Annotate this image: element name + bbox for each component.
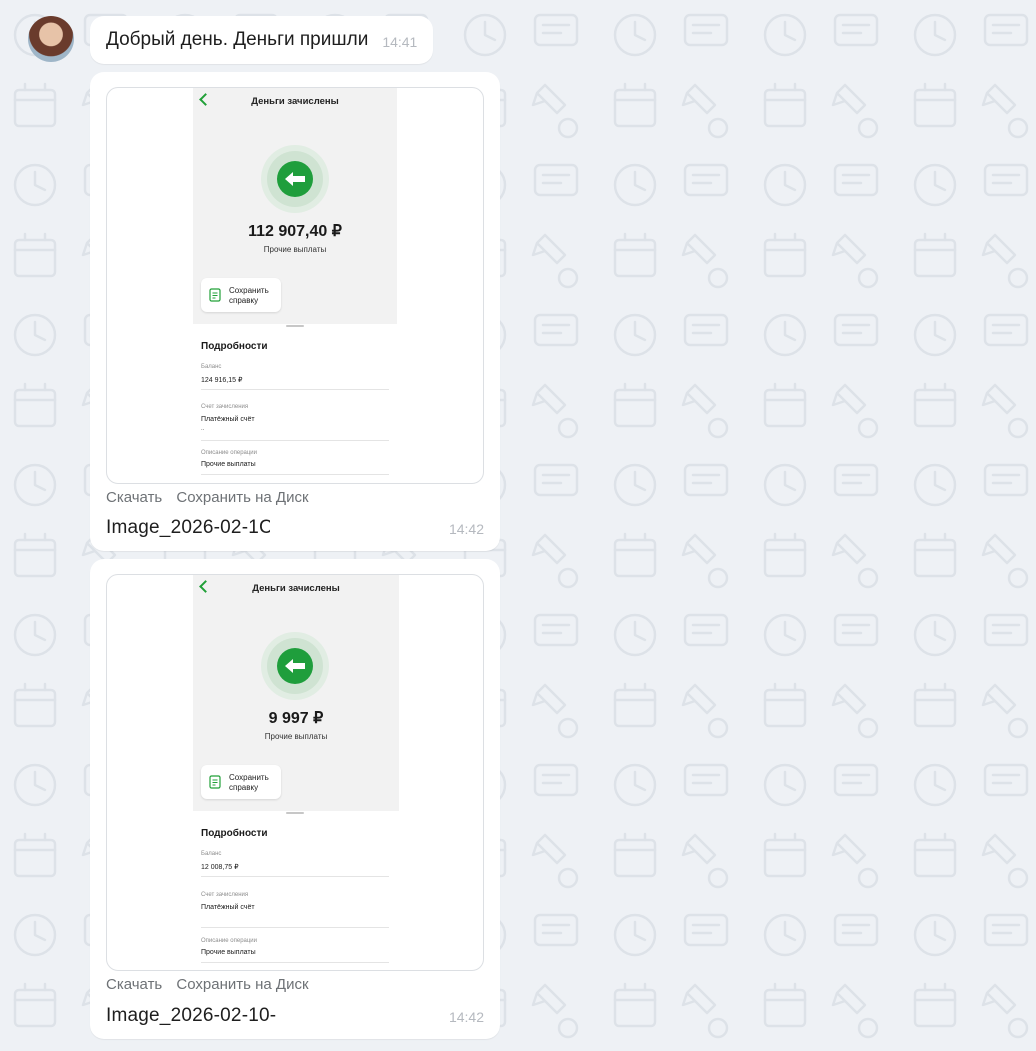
attachment-time: 14:42 bbox=[448, 521, 484, 537]
description-label: Описание операции bbox=[201, 938, 258, 944]
balance-label: Баланс bbox=[201, 364, 222, 370]
attachment-actions: Скачать Сохранить на Диск bbox=[106, 976, 319, 993]
image-preview[interactable]: Деньги зачислены 112 907,40 ₽ Прочие вып… bbox=[106, 87, 484, 484]
save-label-line1: Сохранить bbox=[229, 286, 269, 295]
message-bubble: Добрый день. Деньги пришли 14:41 bbox=[90, 16, 434, 64]
receipt-title: Деньги зачислены bbox=[252, 583, 340, 594]
receipt-screenshot: Деньги зачислены 9 997 ₽ Прочие выплаты … bbox=[193, 575, 399, 970]
account-dots: .. bbox=[201, 426, 205, 432]
receipt-amount-caption: Прочие выплаты bbox=[264, 732, 328, 741]
account-label: Счет зачисления bbox=[201, 404, 249, 410]
balance-value: 12 008,75 ₽ bbox=[201, 864, 239, 871]
document-icon bbox=[209, 288, 221, 302]
image-preview[interactable]: Деньги зачислены 9 997 ₽ Прочие выплаты … bbox=[106, 574, 484, 971]
sheet-handle bbox=[286, 812, 304, 814]
account-value: Платёжный счёт bbox=[201, 904, 255, 911]
details-title: Подробности bbox=[201, 341, 268, 352]
balance-value: 124 916,15 ₽ bbox=[201, 377, 243, 384]
receipt-title: Деньги зачислены bbox=[251, 96, 339, 107]
attachment-bubble: Деньги зачислены 112 907,40 ₽ Прочие вып… bbox=[90, 72, 500, 551]
balance-label: Баланс bbox=[201, 851, 222, 857]
description-label: Описание операции bbox=[201, 450, 258, 456]
incoming-arrow-icon bbox=[277, 161, 313, 197]
save-certificate-button: Сохранить справку bbox=[201, 278, 281, 312]
incoming-arrow-icon bbox=[277, 648, 313, 684]
save-label-line2: справку bbox=[229, 296, 259, 305]
download-link[interactable]: Скачать bbox=[106, 976, 162, 993]
file-name[interactable]: Image_2026-02-1С bbox=[106, 517, 273, 539]
save-label-line1: Сохранить bbox=[229, 773, 269, 782]
file-name[interactable]: Image_2026-02-10- bbox=[106, 1005, 276, 1027]
redaction-mask bbox=[270, 512, 406, 548]
description-value: Прочие выплаты bbox=[201, 949, 256, 956]
save-certificate-button: Сохранить справку bbox=[201, 765, 281, 799]
attachment-time: 14:42 bbox=[448, 1009, 484, 1025]
receipt-screenshot: Деньги зачислены 112 907,40 ₽ Прочие вып… bbox=[193, 88, 397, 483]
save-label-line2: справку bbox=[229, 783, 259, 792]
message-text: Добрый день. Деньги пришли bbox=[106, 29, 369, 50]
receipt-amount-caption: Прочие выплаты bbox=[263, 245, 327, 254]
sheet-handle bbox=[286, 325, 304, 327]
save-to-disk-link[interactable]: Сохранить на Диск bbox=[176, 489, 308, 506]
description-value: Прочие выплаты bbox=[201, 461, 256, 468]
details-title: Подробности bbox=[201, 828, 268, 839]
message-time: 14:41 bbox=[382, 33, 418, 50]
redaction-mask bbox=[284, 1000, 400, 1036]
attachment-actions: Скачать Сохранить на Диск bbox=[106, 489, 319, 506]
account-label: Счет зачисления bbox=[201, 892, 249, 898]
receipt-amount: 9 997 ₽ bbox=[268, 710, 324, 727]
document-icon bbox=[209, 775, 221, 789]
receipt-amount: 112 907,40 ₽ bbox=[248, 223, 342, 240]
save-to-disk-link[interactable]: Сохранить на Диск bbox=[176, 976, 308, 993]
download-link[interactable]: Скачать bbox=[106, 489, 162, 506]
attachment-bubble: Деньги зачислены 9 997 ₽ Прочие выплаты … bbox=[90, 559, 500, 1039]
sender-avatar[interactable] bbox=[28, 16, 74, 62]
account-value: Платёжный счёт bbox=[201, 416, 255, 423]
